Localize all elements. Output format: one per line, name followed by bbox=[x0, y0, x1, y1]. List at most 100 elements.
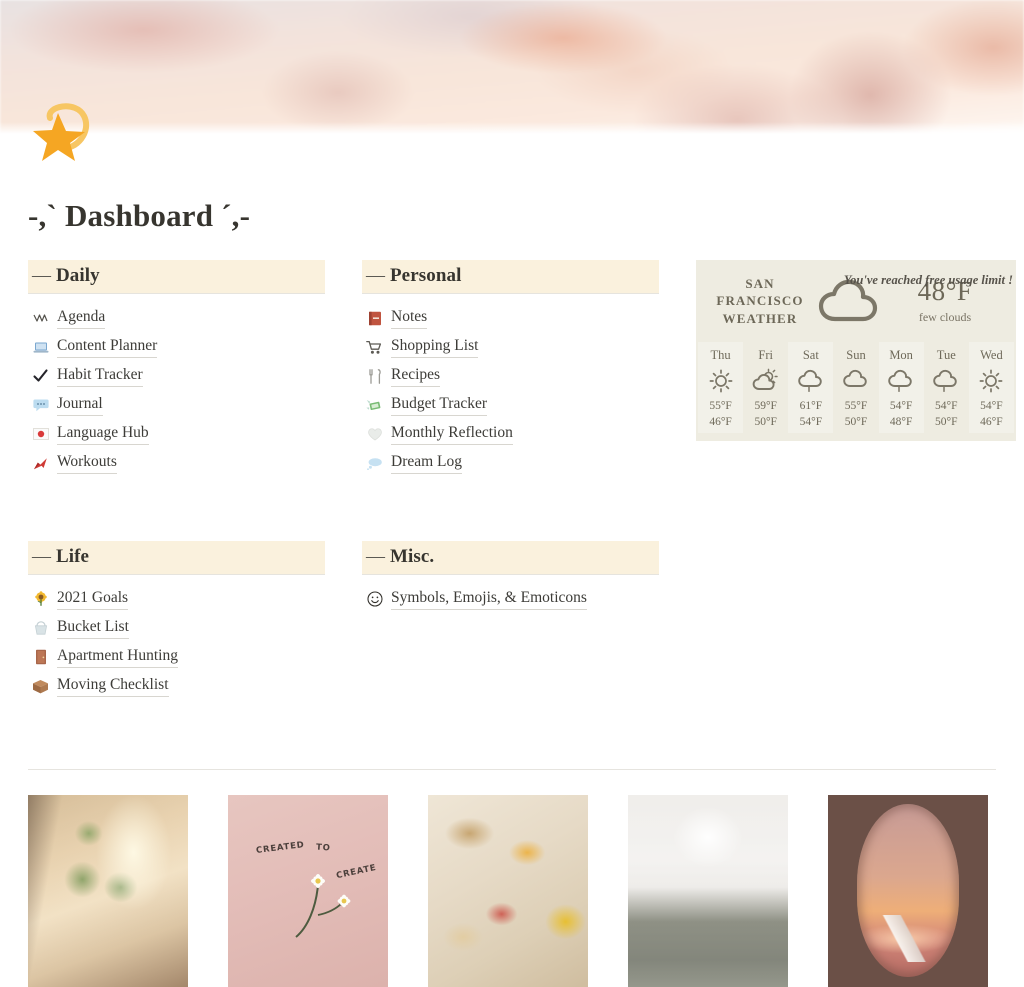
forecast-day-name: Fri bbox=[758, 348, 773, 362]
weather-city-line-1: SAN bbox=[745, 275, 775, 291]
list-item-label: Shopping List bbox=[391, 336, 479, 359]
cover-image-pink-clouds bbox=[0, 0, 1024, 136]
forecast-day-name: Tue bbox=[936, 348, 956, 362]
section-dash: — bbox=[32, 265, 52, 286]
image-gallery: CREATED TO CREATE bbox=[28, 794, 996, 987]
cloud-rain-icon bbox=[788, 366, 833, 396]
list-item-notes[interactable]: Notes bbox=[362, 304, 659, 333]
weather-usage-limit-notice: You've reached free usage limit ! bbox=[843, 273, 1013, 287]
cover-fade bbox=[0, 122, 1024, 136]
list-item-recipes[interactable]: Recipes bbox=[362, 362, 659, 391]
laptop-icon bbox=[32, 339, 49, 356]
outfit-photo[interactable] bbox=[628, 794, 788, 987]
created-to-create-photo[interactable]: CREATED TO CREATE bbox=[228, 794, 388, 987]
cloud-rain-icon bbox=[924, 366, 969, 396]
forecast-day: Thu 55°F 46°F bbox=[698, 342, 744, 434]
forecast-day: Mon 54°F 48°F bbox=[878, 342, 924, 434]
list-item-moving-checklist[interactable]: Moving Checklist bbox=[28, 672, 325, 701]
list-item-label: Symbols, Emojis, & Emoticons bbox=[391, 588, 587, 610]
plane-window-photo[interactable] bbox=[828, 794, 988, 987]
sun-behind-cloud-icon bbox=[743, 366, 788, 396]
forecast-high: 54°F bbox=[889, 399, 913, 412]
forecast-day: Fri 59°F 50°F bbox=[743, 342, 788, 433]
forecast-day: Sun 55°F 50°F bbox=[833, 342, 878, 433]
list-item-workouts[interactable]: Workouts bbox=[28, 449, 325, 478]
section-title-misc: Misc. bbox=[389, 545, 435, 567]
list-item-bucket-list[interactable]: Bucket List bbox=[28, 614, 325, 643]
sun-icon bbox=[969, 366, 1014, 396]
list-item-budget-tracker[interactable]: Budget Tracker bbox=[362, 391, 659, 420]
list-item-shopping-list[interactable]: Shopping List bbox=[362, 333, 659, 362]
list-item-label: Apartment Hunting bbox=[57, 646, 178, 668]
forecast-high: 59°F bbox=[754, 399, 777, 412]
section-dash: — bbox=[366, 545, 386, 567]
section-life: — Life 2021 Goals Bucket List Apartment … bbox=[28, 540, 325, 701]
list-item-habit-tracker[interactable]: Habit Tracker bbox=[28, 362, 325, 391]
page-cover-banner[interactable] bbox=[0, 0, 1024, 136]
list-item-agenda[interactable]: Agenda bbox=[28, 304, 325, 333]
list-item-symbols-emojis-emoticons[interactable]: Symbols, Emojis, & Emoticons bbox=[362, 585, 659, 614]
list-item-monthly-reflection[interactable]: Monthly Reflection bbox=[362, 420, 659, 449]
forecast-day-name: Sat bbox=[802, 348, 819, 362]
outfit-image bbox=[628, 794, 788, 987]
list-item-label: Budget Tracker bbox=[391, 394, 488, 417]
forecast-low: 50°F bbox=[844, 416, 868, 429]
section-title-life: Life bbox=[55, 545, 90, 567]
forecast-high: 55°F bbox=[709, 399, 732, 412]
forecast-high: 54°F bbox=[935, 399, 958, 412]
star-with-swirl-icon[interactable] bbox=[28, 100, 106, 162]
bucket-icon bbox=[32, 620, 49, 637]
section-header-personal: — Personal bbox=[362, 260, 659, 294]
column-life: — Life 2021 Goals Bucket List Apartment … bbox=[28, 540, 325, 738]
forecast-day-name: Wed bbox=[980, 348, 1003, 362]
list-item-label: Workouts bbox=[57, 452, 117, 475]
list-item-language-hub[interactable]: Language Hub bbox=[28, 420, 325, 449]
cozy-room-photo[interactable] bbox=[28, 794, 188, 987]
weather-city-line-2: FRANCISCO bbox=[716, 293, 804, 309]
fork-and-knife-icon bbox=[366, 368, 383, 385]
list-item-2021-goals[interactable]: 2021 Goals bbox=[28, 585, 325, 614]
sun-icon bbox=[698, 366, 743, 396]
japan-flag-icon bbox=[32, 426, 49, 443]
section-items-misc: Symbols, Emojis, & Emoticons bbox=[362, 575, 659, 614]
door-icon bbox=[32, 649, 49, 666]
photo-text-line-2: TO bbox=[315, 842, 331, 853]
columns-row-top: — Daily Agenda Content Planner Habit Tra… bbox=[28, 260, 1016, 515]
section-header-daily: — Daily bbox=[28, 260, 325, 294]
list-item-content-planner[interactable]: Content Planner bbox=[28, 333, 325, 362]
list-item-dream-log[interactable]: Dream Log bbox=[362, 449, 659, 478]
plane-window-image bbox=[828, 794, 988, 987]
forecast-high: 61°F bbox=[799, 399, 823, 412]
shopping-cart-icon bbox=[366, 339, 383, 356]
weather-city-line-3: WEATHER bbox=[722, 310, 798, 326]
forecast-day-name: Sun bbox=[846, 348, 866, 362]
list-item-label: Bucket List bbox=[57, 617, 129, 639]
column-daily: — Daily Agenda Content Planner Habit Tra… bbox=[28, 260, 325, 515]
section-items-personal: Notes Shopping List Recipes Budget Track… bbox=[362, 294, 659, 478]
page-content: -,` Dashboard ´,- — Daily Agenda Content… bbox=[0, 198, 1024, 987]
section-items-daily: Agenda Content Planner Habit Tracker Jou… bbox=[28, 294, 325, 478]
list-item-label: Content Planner bbox=[57, 336, 158, 359]
section-dash: — bbox=[32, 545, 52, 567]
list-item-label: Language Hub bbox=[57, 423, 149, 446]
weather-widget[interactable]: You've reached free usage limit ! SAN FR… bbox=[696, 260, 1016, 442]
forecast-low: 50°F bbox=[935, 416, 958, 429]
weather-forecast-row: Thu 55°F 46°F Fri 59°F 50°F Sat 61°F 54°… bbox=[696, 342, 1016, 441]
section-misc: — Misc. Symbols, Emojis, & Emoticons bbox=[362, 540, 659, 614]
forecast-high: 55°F bbox=[844, 399, 868, 412]
thought-balloon-icon bbox=[366, 455, 383, 472]
section-header-misc: — Misc. bbox=[362, 540, 659, 575]
forecast-day: Tue 54°F 50°F bbox=[924, 342, 969, 433]
column-personal: — Personal Notes Shopping List Recipes B… bbox=[362, 260, 659, 515]
list-item-journal[interactable]: Journal bbox=[28, 391, 325, 420]
section-personal: — Personal Notes Shopping List Recipes B… bbox=[362, 260, 659, 478]
picnic-photo[interactable] bbox=[428, 794, 588, 987]
list-item-label: Recipes bbox=[391, 365, 441, 388]
cozy-room-image bbox=[28, 794, 188, 987]
list-item-label: Dream Log bbox=[391, 452, 463, 475]
list-item-apartment-hunting[interactable]: Apartment Hunting bbox=[28, 643, 325, 672]
forecast-low: 46°F bbox=[980, 416, 1003, 429]
columns-row-bottom: — Life 2021 Goals Bucket List Apartment … bbox=[28, 540, 996, 738]
list-item-label: Moving Checklist bbox=[57, 675, 169, 697]
list-item-label: Agenda bbox=[57, 307, 106, 330]
